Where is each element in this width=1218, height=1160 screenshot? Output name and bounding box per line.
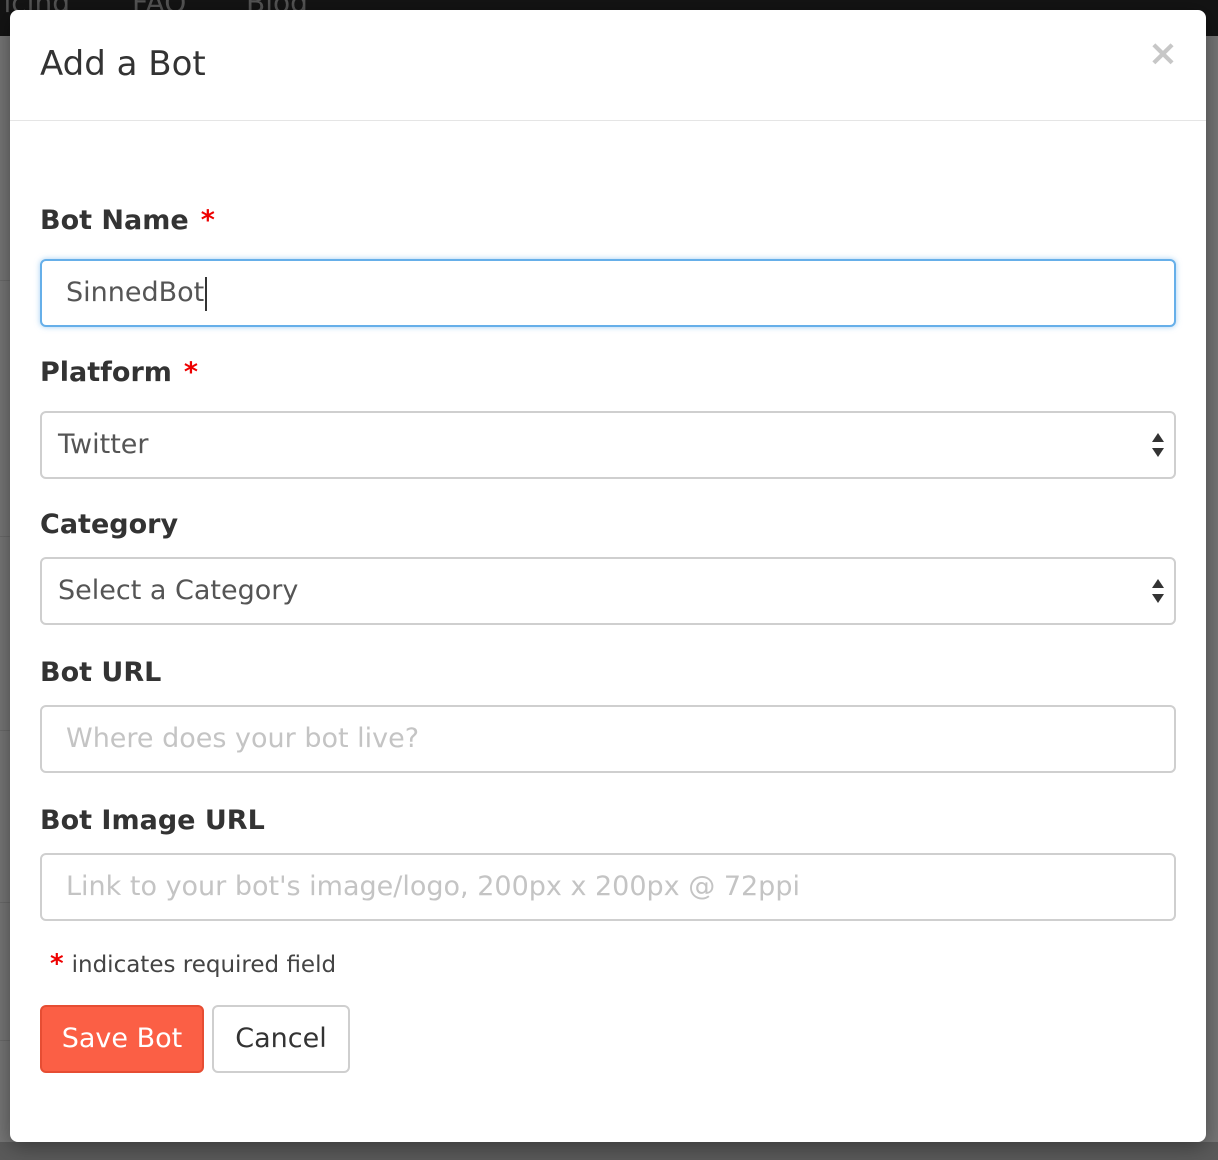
add-bot-modal: Add a Bot × Bot Name * SinnedBot Platform… bbox=[10, 10, 1206, 1142]
modal-title: Add a Bot bbox=[40, 44, 206, 84]
bot-url-label: Bot URL bbox=[40, 657, 162, 688]
bot-image-url-input[interactable]: Link to your bot's image/logo, 200px x 2… bbox=[40, 853, 1176, 921]
bot-name-label-text: Bot Name bbox=[40, 205, 189, 236]
platform-label-text: Platform bbox=[40, 357, 172, 388]
required-field-note: * indicates required field bbox=[50, 949, 336, 979]
save-bot-button[interactable]: Save Bot bbox=[40, 1005, 204, 1073]
category-label: Category bbox=[40, 509, 179, 540]
category-select[interactable]: Select a Category bbox=[40, 557, 1176, 625]
platform-select[interactable]: Twitter bbox=[40, 411, 1176, 479]
bot-name-label: Bot Name * bbox=[40, 205, 1176, 236]
bot-url-group: Bot URL Where does your bot live? bbox=[40, 657, 1176, 773]
required-star: * bbox=[183, 357, 199, 388]
required-star: * bbox=[50, 949, 64, 979]
bot-name-group: Bot Name * SinnedBot bbox=[40, 205, 1176, 327]
close-button[interactable]: × bbox=[1148, 36, 1178, 72]
text-cursor bbox=[205, 276, 208, 311]
modal-header: Add a Bot × bbox=[10, 10, 1206, 121]
bot-image-url-label: Bot Image URL bbox=[40, 805, 265, 836]
bot-url-placeholder: Where does your bot live? bbox=[66, 723, 420, 754]
platform-group: Platform * Twitter bbox=[40, 357, 1176, 479]
platform-label: Platform * bbox=[40, 357, 1176, 388]
cancel-button[interactable]: Cancel bbox=[212, 1005, 350, 1073]
background-footer bbox=[0, 1142, 1218, 1160]
platform-selected-value: Twitter bbox=[58, 429, 149, 460]
bot-image-url-group: Bot Image URL Link to your bot's image/l… bbox=[40, 805, 1176, 921]
category-selected-value: Select a Category bbox=[58, 575, 299, 606]
bot-name-input[interactable]: SinnedBot bbox=[40, 259, 1176, 327]
category-group: Category Select a Category bbox=[40, 509, 1176, 625]
bot-name-value: SinnedBot bbox=[66, 277, 205, 308]
bot-image-url-placeholder: Link to your bot's image/logo, 200px x 2… bbox=[66, 871, 800, 902]
select-arrows-icon bbox=[1152, 579, 1164, 603]
select-arrows-icon bbox=[1152, 433, 1164, 457]
required-star: * bbox=[200, 205, 215, 236]
bot-url-input[interactable]: Where does your bot live? bbox=[40, 705, 1176, 773]
required-note-text: indicates required field bbox=[71, 952, 337, 978]
